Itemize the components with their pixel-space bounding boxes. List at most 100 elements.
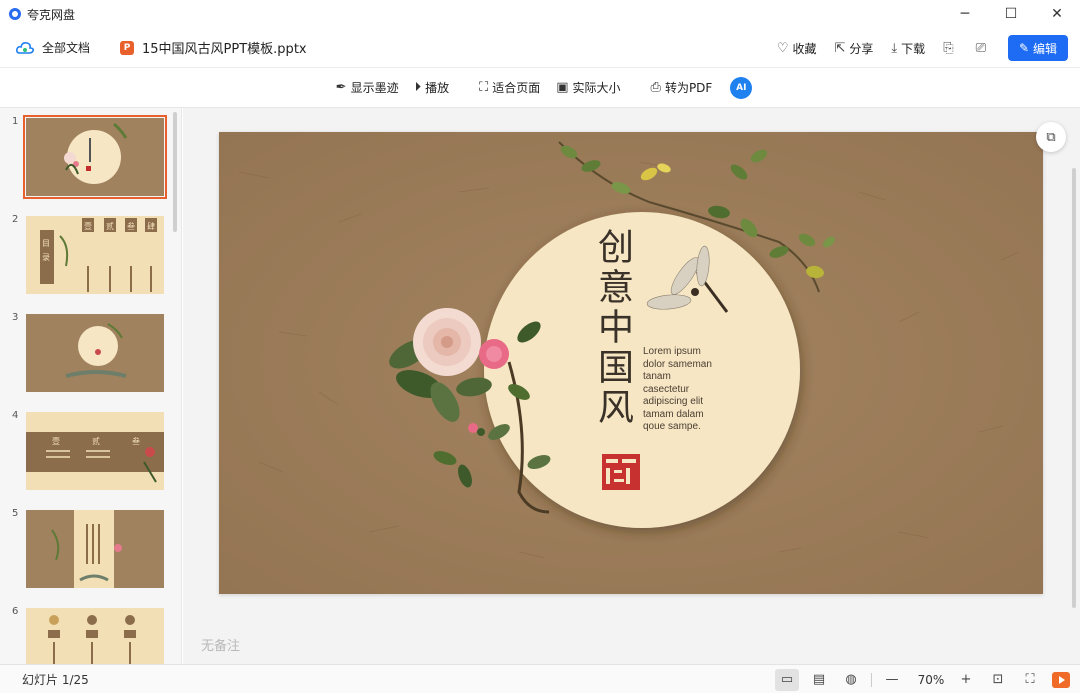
thumbnail-1-art — [26, 118, 164, 196]
close-button[interactable]: ✕ — [1034, 0, 1080, 28]
thumbnail-row[interactable]: 2 目 录 壹 贰 叁 肆 — [0, 214, 170, 298]
main-scrollbar[interactable] — [1072, 168, 1076, 608]
thumb2-col-4: 肆 — [147, 221, 155, 231]
quark-logo-icon — [9, 8, 21, 20]
speaker-notes[interactable]: 无备注 — [201, 635, 240, 654]
play-button[interactable]: ⏵ 播放 — [415, 79, 450, 96]
slide-title: 创意中国风 — [592, 228, 633, 428]
ppt-file-icon: P — [120, 40, 135, 55]
minimize-button[interactable]: ─ — [942, 0, 988, 28]
export-button[interactable]: ⎘ — [943, 41, 957, 56]
slide-thumbnail-6[interactable] — [26, 608, 164, 664]
convert-pdf-button[interactable]: ⎙ 转为PDF — [651, 79, 713, 96]
notes-icon: ▤ — [812, 672, 826, 687]
thumb4-col-1: 壹 — [52, 436, 60, 446]
slide-thumbnail-5[interactable] — [26, 510, 164, 588]
download-button[interactable]: ⤓ 下载 — [891, 40, 925, 57]
thumbnail-3-art — [26, 314, 164, 392]
thumb2-col-3: 叁 — [127, 221, 135, 231]
thumbnail-row[interactable]: 1 — [0, 115, 170, 200]
pencil-icon: ✎ — [1018, 41, 1030, 55]
normal-view-icon: ▭ — [780, 672, 794, 687]
download-label: 下载 — [901, 41, 926, 56]
favorite-label: 收藏 — [792, 41, 817, 56]
thumbnail-number: 2 — [12, 214, 19, 225]
thumbnail-row[interactable]: 3 — [0, 312, 170, 396]
all-docs-link[interactable]: 全部文档 — [16, 39, 90, 56]
maximize-button[interactable]: ☐ — [988, 0, 1034, 28]
thumbnail-number: 6 — [12, 606, 19, 617]
all-docs-label: 全部文档 — [42, 41, 91, 55]
download-icon: ⤓ — [891, 40, 898, 56]
fullscreen-button[interactable]: ⛶ — [1018, 669, 1042, 691]
slide-body-line: casectetur — [643, 383, 690, 395]
slide-body-line: Lorem ipsum — [643, 346, 701, 357]
slide-thumbnail-4[interactable]: 壹 贰 叁 — [26, 412, 164, 490]
thumb2-mulu-1: 目 — [42, 239, 50, 248]
zoom-in-button[interactable]: + — [954, 669, 978, 691]
thumbnail-row[interactable]: 4 壹 贰 叁 — [0, 410, 170, 494]
slide-thumbnail-panel[interactable]: 1 2 目 录 壹 贰 叁 肆 3 4 壹 贰 叁 5 6 — [0, 108, 182, 664]
quill-icon: ✒ — [335, 80, 347, 95]
slide-tools-icon: ⧉ — [1046, 129, 1056, 145]
red-seal-stamp — [602, 454, 640, 490]
slideshow-play-button[interactable] — [1052, 671, 1070, 688]
share-button[interactable]: ⇱ 分享 — [835, 40, 874, 57]
thumbnail-number: 3 — [12, 312, 19, 323]
share-label: 分享 — [849, 41, 874, 56]
play-label: 播放 — [425, 81, 450, 95]
slide-tools-float-button[interactable]: ⧉ — [1036, 122, 1066, 152]
favorite-button[interactable]: ♡ 收藏 — [777, 40, 817, 57]
app-title: 夸克网盘 — [27, 7, 76, 22]
fit-screen-icon: ⊡ — [992, 672, 1004, 687]
export-icon: ⎘ — [943, 40, 954, 56]
minus-icon: — — [885, 672, 899, 687]
show-ink-button[interactable]: ✒ 显示墨迹 — [336, 79, 399, 96]
document-tab[interactable]: P 15中国风古风PPT模板.pptx — [120, 38, 307, 57]
document-header: 全部文档 P 15中国风古风PPT模板.pptx ♡ 收藏 ⇱ 分享 ⤓ 下载 … — [0, 28, 1080, 68]
sidebar-scrollbar[interactable] — [173, 112, 177, 232]
feedback-button[interactable]: ⎚ — [976, 41, 990, 56]
fit-screen-button[interactable]: ⊡ — [986, 669, 1010, 691]
status-bar: 幻灯片 1/25 ▭ ▤ ◍ — 70% + ⊡ ⛶ — [0, 664, 1080, 693]
thumb4-col-2: 贰 — [92, 436, 100, 446]
slide-thumbnail-1[interactable] — [23, 115, 167, 199]
fit-page-button[interactable]: ⛶ 适合页面 — [479, 79, 540, 96]
thumb4-col-3: 叁 — [132, 436, 140, 446]
cloud-icon — [16, 41, 34, 54]
thumbnail-row[interactable]: 6 — [0, 606, 170, 664]
fit-page-label: 适合页面 — [492, 81, 541, 95]
thumbnail-6-art — [26, 608, 164, 664]
thumb2-mulu-2: 录 — [42, 253, 50, 262]
feedback-icon: ⎚ — [975, 40, 986, 56]
notes-view-button[interactable]: ▤ — [807, 669, 831, 691]
pdf-icon: ⎙ — [650, 80, 661, 95]
current-slide[interactable]: 创意中国风 Lorem ipsum dolor sameman tanam ca… — [219, 132, 1043, 594]
ai-assistant-button[interactable]: AI — [730, 76, 753, 99]
fullscreen-icon: ⛶ — [1025, 672, 1035, 687]
slide-thumbnail-2[interactable]: 目 录 壹 贰 叁 肆 — [26, 216, 164, 294]
actual-size-icon: ▣ — [556, 80, 569, 95]
thumb2-col-2: 贰 — [106, 221, 114, 231]
thumbnail-row[interactable]: 5 — [0, 508, 170, 592]
thumbnail-5-art — [26, 510, 164, 588]
actual-size-button[interactable]: ▣ 实际大小 — [556, 79, 620, 96]
slide-body-line: tanam — [643, 371, 671, 382]
slide-body-line: qoue sampe. — [643, 421, 701, 432]
thumb2-col-1: 壹 — [84, 221, 92, 231]
globe-icon: ◍ — [845, 672, 857, 687]
heart-icon: ♡ — [776, 40, 789, 56]
web-view-button[interactable]: ◍ — [839, 669, 863, 691]
thumbnail-number: 1 — [12, 116, 19, 127]
actual-size-label: 实际大小 — [572, 81, 621, 95]
fit-page-icon: ⛶ — [479, 80, 489, 95]
zoom-out-button[interactable]: — — [880, 669, 904, 691]
convert-pdf-label: 转为PDF — [664, 81, 713, 95]
normal-view-button[interactable]: ▭ — [775, 668, 799, 691]
edit-button[interactable]: ✎ 编辑 — [1008, 35, 1068, 61]
slide-body-line: adipiscing elit — [643, 396, 704, 407]
thumbnail-number: 4 — [12, 410, 19, 421]
header-actions: ♡ 收藏 ⇱ 分享 ⤓ 下载 ⎘ ⎚ ✎ 编辑 — [759, 28, 1068, 68]
thumbnail-4-art: 壹 贰 叁 — [26, 412, 164, 490]
slide-thumbnail-3[interactable] — [26, 314, 164, 392]
